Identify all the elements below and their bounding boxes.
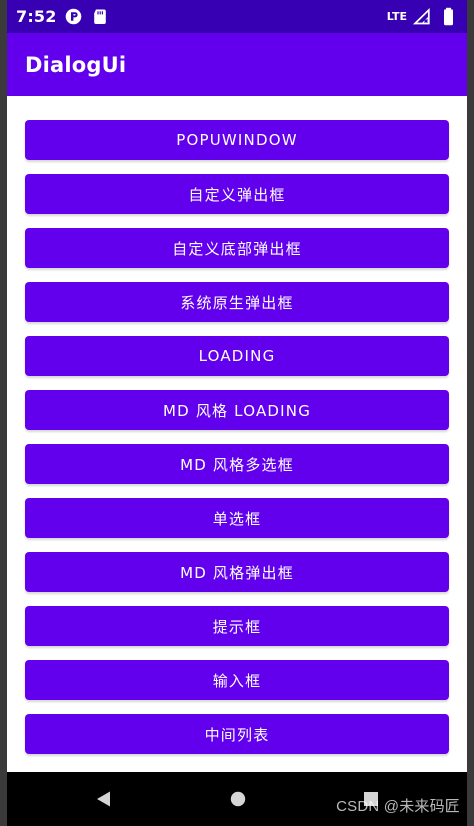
custom-dialog-button[interactable]: 自定义弹出框 [25,174,449,214]
recent-apps-icon[interactable] [361,789,381,809]
back-icon[interactable] [94,789,114,809]
md-loading-button[interactable]: MD 风格 LOADING [25,390,449,430]
home-icon[interactable] [228,789,248,809]
prompt-dialog-button[interactable]: 提示框 [25,606,449,646]
center-list-button[interactable]: 中间列表 [25,714,449,754]
app-title: DialogUi [25,52,127,77]
system-native-dialog-button[interactable]: 系统原生弹出框 [25,282,449,322]
dialog-demo-content: POPUWINDOW 自定义弹出框 自定义底部弹出框 系统原生弹出框 LOADI… [7,96,467,772]
popupwindow-button[interactable]: POPUWINDOW [25,120,449,160]
app-icon [65,8,83,26]
md-multiselect-button[interactable]: MD 风格多选框 [25,444,449,484]
device-screen: 7:52 LTE DialogUi POPUWINDOW 自定义弹出框 自定义底… [0,0,474,826]
input-dialog-button[interactable]: 输入框 [25,660,449,700]
csdn-watermark: CSDN @未来码匠 [336,798,460,815]
app-toolbar: DialogUi [7,33,467,96]
status-left: 7:52 [16,7,109,26]
signal-icon [413,7,431,26]
single-choice-button[interactable]: 单选框 [25,498,449,538]
status-right: LTE [386,7,457,26]
sd-card-icon [91,8,109,26]
status-time: 7:52 [16,7,57,26]
system-navigation-bar: CSDN @未来码匠 [7,772,467,826]
custom-bottom-dialog-button[interactable]: 自定义底部弹出框 [25,228,449,268]
md-dialog-button[interactable]: MD 风格弹出框 [25,552,449,592]
battery-icon [439,7,457,26]
network-type: LTE [386,10,407,23]
loading-button[interactable]: LOADING [25,336,449,376]
dialog-button-list: POPUWINDOW 自定义弹出框 自定义底部弹出框 系统原生弹出框 LOADI… [25,120,449,754]
status-bar: 7:52 LTE [7,0,467,33]
